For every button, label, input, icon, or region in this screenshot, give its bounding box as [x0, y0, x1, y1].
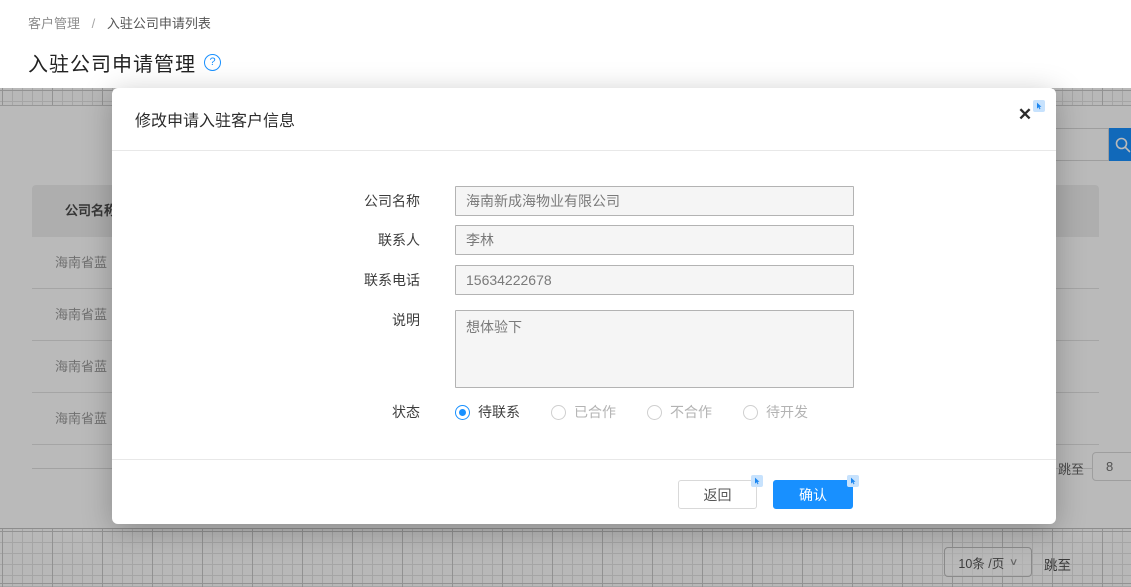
close-button[interactable]: ✕ — [1014, 104, 1036, 126]
radio-option-label: 待开发 — [766, 402, 808, 422]
page-title: 入驻公司申请管理 — [28, 48, 196, 77]
note-label: 说明 — [112, 310, 420, 330]
radio-option-cooperated[interactable]: 已合作 — [551, 402, 616, 422]
confirm-button-label: 确认 — [799, 487, 827, 503]
radio-icon — [455, 405, 470, 420]
breadcrumb-separator: / — [92, 16, 96, 31]
radio-icon — [551, 405, 566, 420]
back-button-label: 返回 — [704, 487, 732, 503]
status-radio-group: 待联系 已合作 不合作 待开发 — [455, 397, 808, 427]
confirm-button[interactable]: 确认 — [773, 480, 853, 509]
contact-label: 联系人 — [112, 225, 420, 255]
breadcrumb-item-current: 入驻公司申请列表 — [107, 16, 211, 31]
radio-icon — [647, 405, 662, 420]
breadcrumb-item-customer-mgmt[interactable]: 客户管理 — [28, 16, 80, 31]
app-window: 客户管理 / 入驻公司申请列表 入驻公司申请管理 ? 公司名称 海南省蓝 海南省… — [0, 0, 1131, 587]
company-name-field[interactable] — [455, 186, 854, 216]
radio-icon — [743, 405, 758, 420]
status-label: 状态 — [112, 397, 420, 427]
radio-option-label: 待联系 — [478, 402, 520, 422]
contact-field[interactable] — [455, 225, 854, 255]
note-field[interactable]: 想体验下 — [455, 310, 854, 388]
modal-footer-divider — [112, 459, 1056, 460]
back-button[interactable]: 返回 — [678, 480, 757, 509]
edit-customer-modal: 修改申请入驻客户信息 ✕ 公司名称 联系人 联系电话 说明 想体验下 状态 — [112, 88, 1056, 524]
close-icon: ✕ — [1018, 105, 1032, 124]
radio-option-label: 不合作 — [670, 402, 712, 422]
radio-option-label: 已合作 — [574, 402, 616, 422]
help-icon[interactable]: ? — [204, 54, 221, 71]
company-name-label: 公司名称 — [112, 186, 420, 216]
cursor-badge-icon — [847, 475, 859, 487]
cursor-badge-icon — [751, 475, 763, 487]
phone-label: 联系电话 — [112, 265, 420, 295]
breadcrumb: 客户管理 / 入驻公司申请列表 — [28, 13, 211, 32]
radio-option-pending-contact[interactable]: 待联系 — [455, 402, 520, 422]
phone-field[interactable] — [455, 265, 854, 295]
modal-title: 修改申请入驻客户信息 — [135, 107, 295, 131]
radio-option-not-cooperated[interactable]: 不合作 — [647, 402, 712, 422]
radio-option-to-develop[interactable]: 待开发 — [743, 402, 808, 422]
